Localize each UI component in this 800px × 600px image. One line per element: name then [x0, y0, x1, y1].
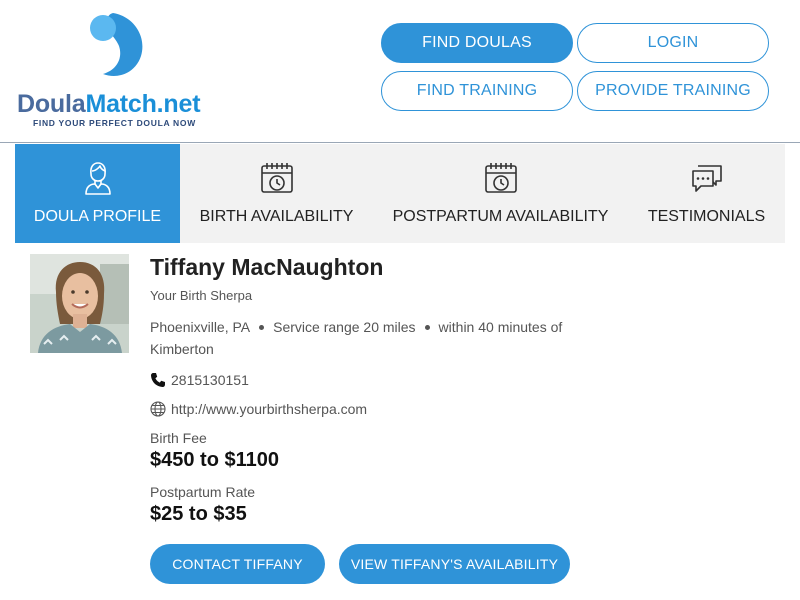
doula-avatar — [30, 254, 129, 353]
calendar-clock-icon — [260, 163, 293, 193]
tab-postpartum-availability[interactable]: POSTPARTUM AVAILABILITY — [373, 144, 628, 243]
location-details: Phoenixville, PA Service range 20 miles wi… — [150, 316, 620, 360]
header-divider — [0, 142, 800, 143]
find-training-button[interactable]: FIND TRAINING — [381, 71, 573, 111]
tab-birth-availability[interactable]: BIRTH AVAILABILITY — [180, 144, 373, 243]
doula-swirl-logo-icon — [90, 13, 143, 76]
login-button[interactable]: LOGIN — [577, 23, 769, 63]
website-row[interactable]: http://www.yourbirthsherpa.com — [150, 401, 367, 417]
contact-doula-button[interactable]: CONTACT TIFFANY — [150, 544, 325, 584]
postpartum-rate-label: Postpartum Rate — [150, 484, 256, 500]
phone-number[interactable]: 2815130151 — [171, 372, 249, 388]
logo-tagline: FIND YOUR PERFECT DOULA NOW — [33, 118, 196, 128]
tab-doula-profile[interactable]: DOULA PROFILE — [15, 144, 180, 243]
globe-icon — [150, 401, 166, 417]
birth-fee-label: Birth Fee — [150, 430, 207, 446]
birth-fee-value: $450 to $1100 — [150, 449, 279, 471]
tab-birth-availability-label: BIRTH AVAILABILITY — [199, 208, 354, 225]
find-doulas-button[interactable]: FIND DOULAS — [381, 23, 573, 63]
postpartum-rate-value: $25 to $35 — [150, 503, 247, 525]
separator-dot — [424, 324, 430, 330]
tab-postpartum-availability-label: POSTPARTUM AVAILABILITY — [392, 208, 609, 225]
separator-dot — [259, 324, 265, 330]
provide-training-button[interactable]: PROVIDE TRAINING — [577, 71, 769, 111]
doula-name: Tiffany MacNaughton — [150, 254, 384, 280]
business-name: Your Birth Sherpa — [150, 288, 253, 303]
phone-icon — [151, 373, 165, 387]
site-logo[interactable]: DoulaMatch.net FIND YOUR PERFECT DOULA N… — [15, 12, 220, 132]
person-icon — [84, 162, 111, 195]
chat-bubbles-icon — [691, 165, 722, 192]
view-availability-button[interactable]: VIEW TIFFANY'S AVAILABILITY — [339, 544, 570, 584]
tab-doula-profile-label: DOULA PROFILE — [33, 208, 162, 225]
service-range: Service range 20 miles — [273, 319, 416, 335]
tab-testimonials[interactable]: TESTIMONIALS — [628, 144, 785, 243]
logo-wordmark: DoulaMatch.net — [17, 90, 201, 118]
profile-tab-bar: DOULA PROFILE BIRTH AVAILABILITY POSTPAR… — [15, 144, 785, 243]
location-city: Phoenixville, PA — [150, 319, 251, 335]
phone-row[interactable]: 2815130151 — [150, 372, 249, 388]
calendar-clock-icon — [484, 163, 517, 193]
website-link[interactable]: http://www.yourbirthsherpa.com — [171, 401, 367, 417]
tab-testimonials-label: TESTIMONIALS — [647, 208, 766, 225]
